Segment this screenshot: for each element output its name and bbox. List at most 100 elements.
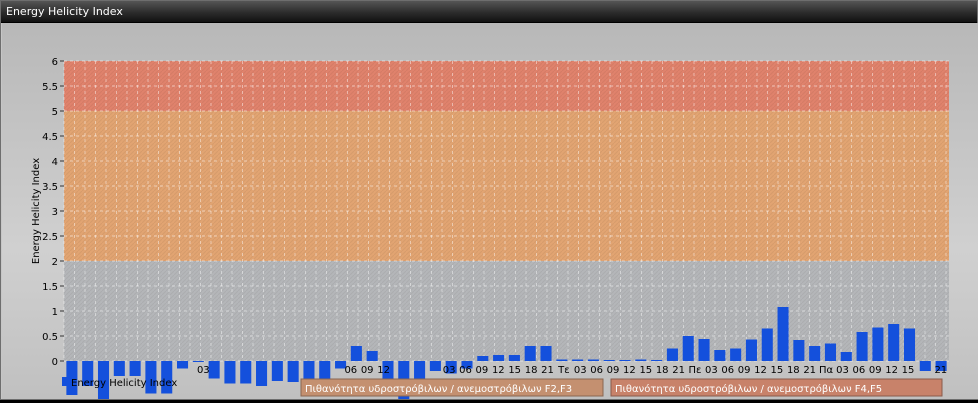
x-tick-label: 03	[836, 365, 849, 376]
x-tick-label: 15	[639, 365, 652, 376]
x-tick-label: 15	[902, 365, 915, 376]
bar	[651, 360, 663, 361]
bar	[208, 361, 220, 379]
bar	[271, 361, 283, 381]
x-tick-label: 06	[344, 365, 357, 376]
x-tick-label: 18	[656, 365, 669, 376]
x-tick-label: 12	[623, 365, 636, 376]
bar	[698, 339, 710, 361]
bar	[113, 361, 125, 376]
y-tick-label: 3	[52, 207, 58, 218]
bar	[350, 346, 362, 361]
x-tick-label: Τε	[557, 365, 570, 376]
window-title: Energy Helicity Index	[6, 5, 123, 18]
y-tick-label: 0.5	[42, 332, 58, 343]
bar	[872, 327, 884, 361]
chart-area: 0 0.5 1 1.5 2 2.5 3 3.5 4 4.5 5 5.5 6 Energy Helicit…	[2, 23, 978, 401]
x-tick-label: 06	[459, 365, 472, 376]
bar	[508, 355, 520, 361]
y-axis-label: Energy Helicity Index	[31, 158, 42, 264]
bar	[192, 361, 204, 362]
y-tick-label: 6	[52, 57, 58, 68]
bar	[840, 352, 852, 361]
x-tick-label: 03	[705, 365, 718, 376]
bar	[572, 359, 584, 361]
bar	[477, 356, 489, 361]
x-tick-label: Πε	[689, 365, 702, 376]
bar	[635, 359, 647, 361]
bar	[287, 361, 299, 382]
bar	[730, 348, 742, 361]
x-tick-label: 06	[590, 365, 603, 376]
x-tick-label: 18	[525, 365, 538, 376]
x-tick-label: 03	[574, 365, 587, 376]
bar	[303, 361, 315, 379]
x-tick-label: 15	[771, 365, 784, 376]
bar	[809, 346, 821, 361]
x-tick-label: 09	[738, 365, 751, 376]
x-tick-label: 06	[721, 365, 734, 376]
bar	[176, 361, 189, 369]
bar	[919, 361, 931, 371]
bar	[524, 346, 536, 361]
legend-label-f2f3: Πιθανότητα υδροστρόβιλων / ανεμοστρόβιλω…	[305, 383, 572, 395]
y-tick-label: 4	[52, 157, 58, 168]
x-tick-label: 21	[541, 365, 554, 376]
bar	[682, 336, 694, 361]
x-tick-label: 12	[377, 365, 390, 376]
x-tick-label: 09	[476, 365, 489, 376]
x-tick-label: 09	[361, 365, 374, 376]
x-tick-label: 12	[492, 365, 505, 376]
bar	[540, 346, 552, 361]
x-tick-label: 21	[803, 365, 816, 376]
x-tick-label: 03	[197, 365, 210, 376]
y-tick-label: 2.5	[42, 232, 58, 243]
legend-label-f4f5: Πιθανότητα υδροστρόβιλων / ανεμοστρόβιλω…	[615, 383, 882, 395]
y-tick-label: 3.5	[42, 182, 58, 193]
bar	[224, 361, 236, 384]
bar	[366, 351, 378, 361]
bar	[745, 339, 757, 361]
bar	[587, 359, 599, 361]
legend: Energy Helicity Index Πιθανότητα υδροστρ…	[62, 377, 943, 397]
bar	[493, 355, 505, 361]
x-tick-label: Πα	[819, 365, 834, 376]
y-axis-ticks: 0 0.5 1 1.5 2 2.5 3 3.5 4 4.5 5 5.5 6	[42, 57, 64, 368]
bar	[129, 361, 141, 376]
bar	[888, 324, 900, 361]
bar	[856, 332, 868, 361]
y-tick-label: 0	[52, 357, 58, 368]
x-tick-label: 06	[852, 365, 865, 376]
y-tick-label: 2	[52, 257, 58, 268]
bar	[903, 328, 916, 361]
y-tick-label: 1.5	[42, 282, 58, 293]
y-tick-label: 5	[52, 107, 58, 118]
y-tick-label: 5.5	[42, 82, 58, 93]
x-tick-label: 18	[787, 365, 800, 376]
x-tick-label: 15	[508, 365, 521, 376]
bar	[619, 360, 631, 361]
legend-label-ehi: Energy Helicity Index	[71, 378, 177, 389]
bar	[603, 360, 615, 361]
bar	[556, 359, 568, 361]
bar	[319, 361, 331, 381]
bar	[240, 361, 252, 384]
x-tick-label: 03	[443, 365, 456, 376]
legend-swatch-ehi	[62, 377, 69, 386]
x-tick-label: 09	[869, 365, 882, 376]
x-tick-label: 21	[672, 365, 685, 376]
bar	[793, 340, 805, 361]
bar	[666, 348, 678, 361]
bar	[824, 343, 837, 361]
x-tick-label: 21	[934, 365, 947, 376]
bar	[761, 328, 773, 361]
bar	[256, 361, 268, 386]
bar	[429, 361, 441, 371]
bar	[714, 350, 726, 361]
chart-window: Energy Helicity Index 0 0.5 1 1.5 2 2.5 3 3.5 4 4…	[0, 0, 978, 401]
y-tick-label: 1	[52, 307, 58, 318]
x-tick-label: 09	[607, 365, 620, 376]
y-tick-label: 4.5	[42, 132, 58, 143]
bar	[777, 307, 789, 361]
x-tick-label: 12	[754, 365, 767, 376]
